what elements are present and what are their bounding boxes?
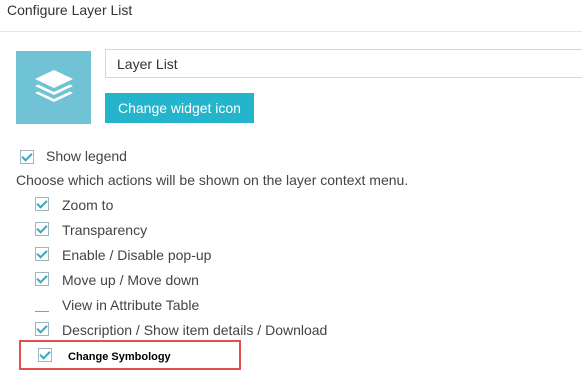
enable-disable-popup-checkbox[interactable] [35,247,49,261]
widget-name-input[interactable] [105,49,582,78]
action-label-transparency: Transparency [62,222,148,238]
view-attribute-table-checkbox[interactable] [35,298,49,312]
action-label-change-symbology: Change Symbology [68,351,171,363]
change-symbology-checkbox[interactable] [38,348,52,362]
action-label-move-up-down: Move up / Move down [62,272,199,288]
action-label-view-attribute-table: View in Attribute Table [62,297,200,313]
move-up-down-checkbox[interactable] [35,272,49,286]
action-label-zoom-to: Zoom to [62,197,114,213]
action-label-description-details-download: Description / Show item details / Downlo… [62,322,328,338]
zoom-to-checkbox[interactable] [35,197,49,211]
show-legend-checkbox[interactable] [20,150,34,164]
widget-icon-preview[interactable] [16,51,91,124]
show-legend-label: Show legend [46,148,127,164]
title-divider [0,31,582,32]
instructions-text: Choose which actions will be shown on th… [16,172,409,188]
transparency-checkbox[interactable] [35,222,49,236]
title-bar: Configure Layer List [0,0,582,24]
description-details-download-checkbox[interactable] [35,322,49,336]
layers-icon [34,69,73,102]
page-title: Configure Layer List [7,2,133,18]
configure-layer-list-panel: Configure Layer List Change widget icon … [0,0,582,372]
action-label-enable-disable-popup: Enable / Disable pop-up [62,247,212,263]
change-widget-icon-button[interactable]: Change widget icon [105,93,254,123]
